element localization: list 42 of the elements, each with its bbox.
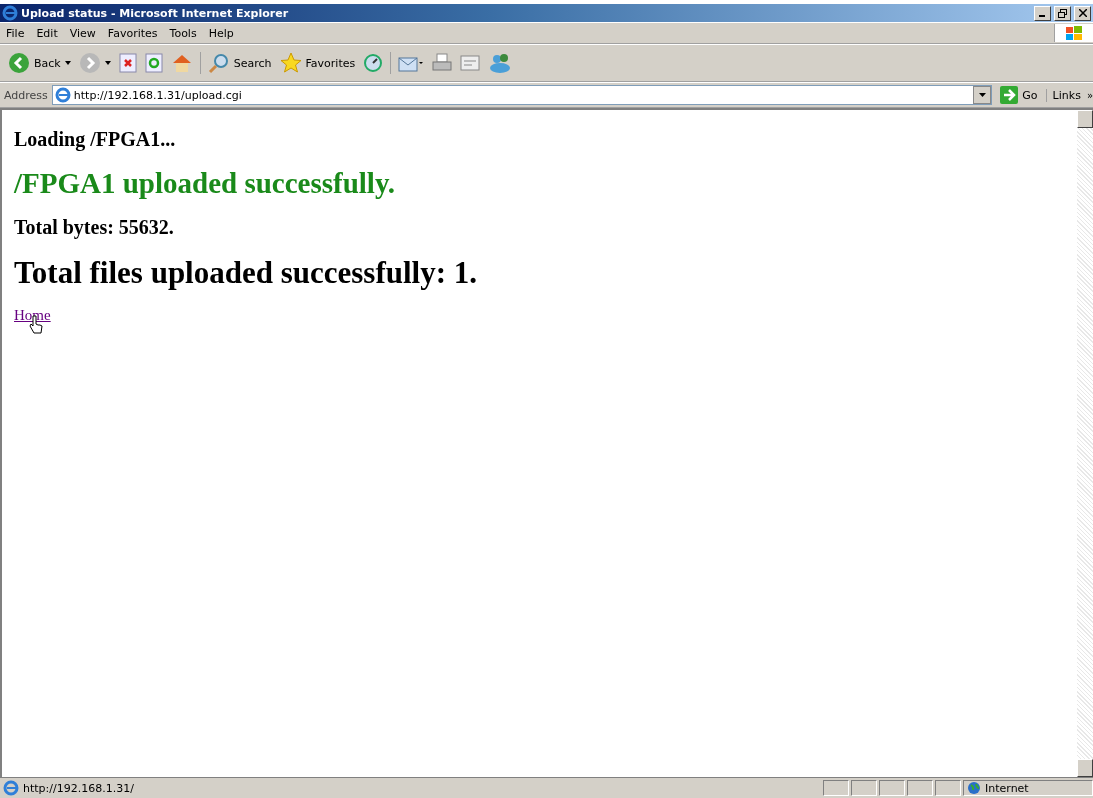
caret-icon [978, 93, 986, 97]
favorites-button[interactable]: Favorites [275, 50, 360, 76]
go-arrow-icon [1000, 86, 1019, 104]
restore-button[interactable] [1054, 5, 1071, 21]
address-label: Address [3, 88, 49, 102]
status-text: Total bytes: 55632. [14, 216, 175, 239]
go-button[interactable]: Go [992, 86, 1046, 104]
dropdown-arrow-icon [104, 61, 111, 65]
printer-icon [432, 53, 453, 73]
menu-item[interactable]: File [0, 24, 31, 42]
close-icon [1078, 9, 1087, 17]
zone-label: Internet [985, 781, 1029, 795]
menu-item[interactable]: View [63, 24, 102, 42]
messenger-icon [488, 52, 513, 74]
menu-item[interactable]: Tools [163, 24, 203, 42]
minimize-button[interactable] [1034, 5, 1051, 21]
stop-icon [118, 53, 137, 73]
menu-item[interactable]: Favorites [101, 24, 164, 42]
vertical-scrollbar[interactable] [1077, 110, 1093, 777]
close-button[interactable] [1074, 5, 1091, 21]
dropdown-arrow-icon [64, 61, 71, 65]
address-field[interactable]: http://192.168.1.31/upload.cgi [51, 85, 993, 105]
more-chevron[interactable]: » [1086, 89, 1093, 101]
page-icon [3, 780, 19, 796]
window-title: Upload status - Microsoft Internet Explorer [21, 6, 290, 20]
status-text: Total files uploaded successfully: 1. [14, 255, 479, 291]
menu-item[interactable]: Help [202, 24, 240, 42]
edit-document-icon [460, 54, 481, 72]
links-label[interactable]: Links [1045, 88, 1087, 102]
search-button[interactable]: Search [203, 50, 276, 76]
star-icon [279, 52, 302, 74]
browser-icon [2, 5, 18, 21]
globe-icon [967, 781, 981, 795]
status-url: http://192.168.1.31/ [23, 781, 134, 795]
menu-item[interactable]: Edit [30, 24, 64, 42]
status-text: Loading /FPGA1... [14, 128, 177, 151]
back-button[interactable]: Back [4, 50, 75, 76]
search-icon [207, 52, 230, 74]
page-icon [54, 87, 71, 103]
success-message: /FPGA1 uploaded successfully. [14, 167, 397, 200]
restore-icon [1058, 8, 1067, 18]
dropdown-button[interactable] [973, 86, 992, 104]
